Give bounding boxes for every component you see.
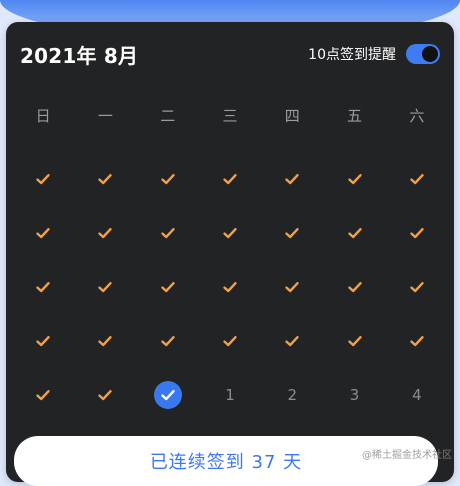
day-number: 3 — [349, 386, 360, 404]
calendar-day-checked[interactable] — [74, 206, 136, 260]
calendar-day-checked[interactable] — [261, 260, 323, 314]
check-icon — [222, 225, 238, 241]
check-icon — [347, 279, 363, 295]
weekday-label: 六 — [409, 106, 425, 125]
calendar-day-checked[interactable] — [199, 260, 261, 314]
streak-label: 已连续签到 37 天 — [149, 452, 303, 473]
calendar-day-checked[interactable] — [12, 368, 74, 422]
calendar-day-future[interactable]: 4 — [386, 368, 448, 422]
calendar-day-checked[interactable] — [261, 314, 323, 368]
weekday-label: 三 — [222, 106, 238, 125]
calendar-day-today[interactable] — [137, 368, 199, 422]
day-number: 4 — [412, 386, 422, 404]
check-icon — [409, 225, 425, 241]
check-icon — [160, 333, 176, 349]
reminder-label: 10点签到提醒 — [308, 47, 396, 63]
calendar-day-checked[interactable] — [323, 314, 385, 368]
calendar-day-checked[interactable] — [137, 152, 199, 206]
check-icon — [35, 387, 51, 403]
weekday-label: 一 — [97, 106, 113, 125]
reminder-toggle[interactable] — [406, 44, 440, 64]
calendar-day-checked[interactable] — [199, 206, 261, 260]
calendar-day-future[interactable]: 2 — [261, 368, 323, 422]
check-circle-icon — [153, 381, 182, 409]
check-icon — [284, 279, 300, 295]
check-icon — [347, 171, 363, 187]
calendar-day-checked[interactable] — [386, 152, 448, 206]
calendar-day-checked[interactable] — [323, 152, 385, 206]
calendar-day-checked[interactable] — [12, 314, 74, 368]
check-icon — [222, 279, 238, 295]
check-icon — [284, 171, 300, 187]
check-icon — [35, 225, 51, 241]
check-icon — [97, 225, 113, 241]
calendar-grid: 日 一 二 三 四 五 六 1 2 3 4 — [12, 98, 448, 422]
calendar-day-checked[interactable] — [323, 260, 385, 314]
weekday-label: 四 — [284, 106, 300, 125]
check-icon — [409, 333, 425, 349]
calendar-day-checked[interactable] — [261, 206, 323, 260]
calendar-day-future[interactable]: 1 — [199, 368, 261, 422]
check-icon — [222, 333, 238, 349]
calendar-day-checked[interactable] — [386, 206, 448, 260]
check-icon — [409, 171, 425, 187]
day-number: 1 — [225, 386, 235, 404]
calendar-day-checked[interactable] — [74, 152, 136, 206]
check-icon — [35, 171, 51, 187]
calendar-day-checked[interactable] — [261, 152, 323, 206]
check-icon — [409, 279, 425, 295]
calendar-day-checked[interactable] — [137, 314, 199, 368]
calendar-day-checked[interactable] — [12, 152, 74, 206]
check-icon — [284, 333, 300, 349]
calendar-day-checked[interactable] — [386, 260, 448, 314]
check-icon — [97, 333, 113, 349]
calendar-day-checked[interactable] — [12, 206, 74, 260]
check-icon — [97, 279, 113, 295]
check-icon — [347, 225, 363, 241]
check-icon — [347, 333, 363, 349]
calendar-day-checked[interactable] — [386, 314, 448, 368]
day-number: 2 — [287, 386, 298, 404]
check-icon — [97, 387, 113, 403]
weekday-label: 二 — [160, 106, 176, 125]
weekday-label: 日 — [35, 106, 51, 125]
calendar-day-checked[interactable] — [74, 368, 136, 422]
check-icon — [160, 279, 176, 295]
check-icon — [222, 171, 238, 187]
calendar-day-checked[interactable] — [12, 260, 74, 314]
calendar-day-future[interactable]: 3 — [323, 368, 385, 422]
checkin-calendar-card: 2021年 8月 10点签到提醒 日 一 二 三 四 五 六 1 2 3 4 — [6, 22, 454, 482]
check-icon — [160, 225, 176, 241]
calendar-header: 2021年 8月 10点签到提醒 — [20, 40, 440, 68]
check-icon — [160, 171, 176, 187]
weekday-label: 五 — [347, 106, 363, 125]
check-icon — [35, 333, 51, 349]
watermark: @稀土掘金技术社区 — [362, 450, 452, 461]
check-icon — [284, 225, 300, 241]
toggle-knob — [422, 46, 438, 62]
calendar-day-checked[interactable] — [323, 206, 385, 260]
streak-button[interactable]: 已连续签到 37 天 — [14, 436, 438, 486]
calendar-day-checked[interactable] — [74, 260, 136, 314]
calendar-day-checked[interactable] — [199, 314, 261, 368]
calendar-day-checked[interactable] — [137, 206, 199, 260]
calendar-day-checked[interactable] — [74, 314, 136, 368]
check-icon — [97, 171, 113, 187]
reminder-setting: 10点签到提醒 — [308, 44, 440, 64]
check-icon — [35, 279, 51, 295]
calendar-day-checked[interactable] — [199, 152, 261, 206]
month-title: 2021年 8月 — [20, 43, 139, 68]
calendar-day-checked[interactable] — [137, 260, 199, 314]
